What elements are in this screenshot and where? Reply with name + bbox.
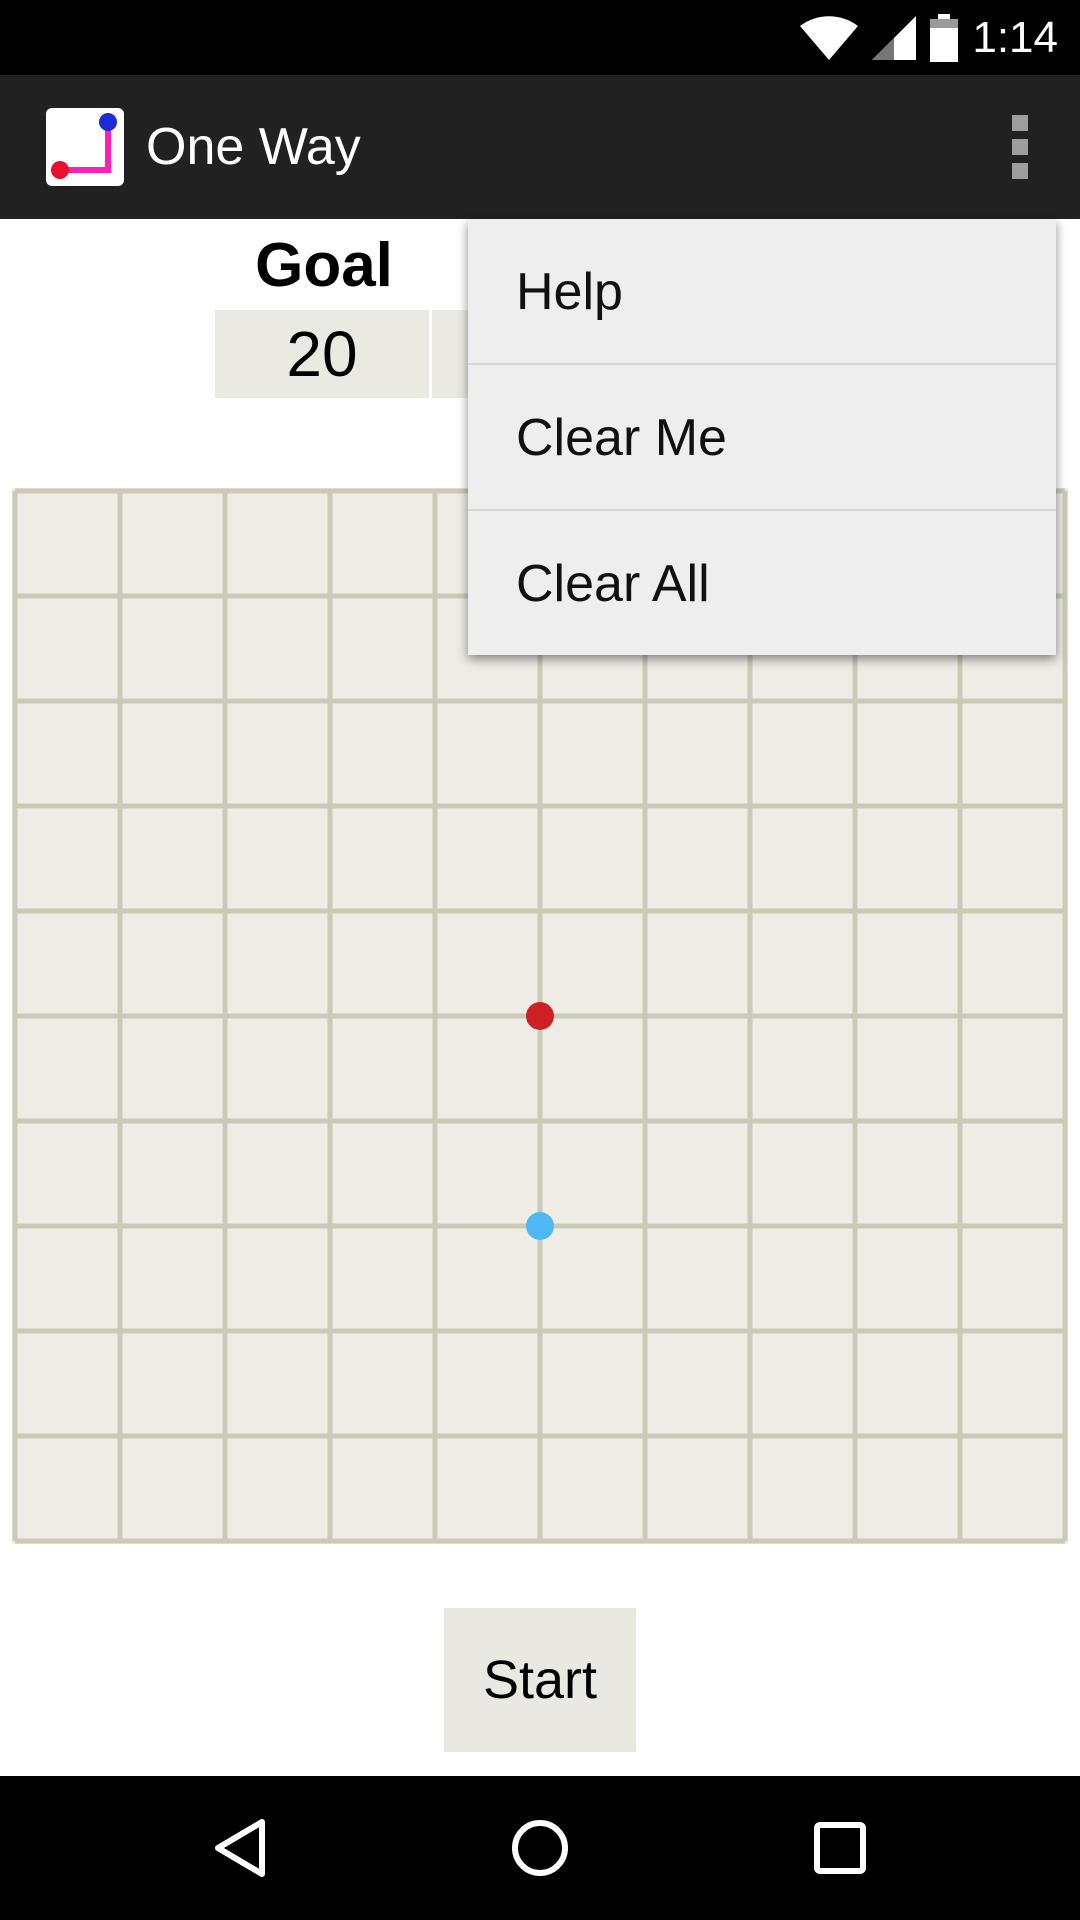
menu-item-clear-all[interactable]: Clear All [468, 511, 1056, 655]
goal-value: 20 [215, 310, 429, 398]
menu-item-clear-me[interactable]: Clear Me [468, 365, 1056, 511]
goal-label: Goal [255, 231, 393, 300]
cell-signal-icon [872, 16, 917, 60]
red-dot[interactable] [526, 1002, 554, 1030]
overflow-dot [1012, 115, 1028, 131]
status-bar: 1:14 [0, 0, 1080, 75]
nav-bar [0, 1776, 1080, 1920]
blue-dot[interactable] [526, 1212, 554, 1240]
overflow-menu: Help Clear Me Clear All [468, 219, 1056, 655]
home-icon[interactable] [460, 1776, 620, 1920]
start-button[interactable]: Start [444, 1608, 636, 1752]
back-icon[interactable] [160, 1776, 320, 1920]
wifi-icon [800, 16, 859, 60]
status-icons: 1:14 [800, 10, 1058, 66]
overflow-dot [1012, 139, 1028, 155]
recents-icon[interactable] [760, 1776, 920, 1920]
app-title: One Way [146, 118, 361, 176]
battery-icon [930, 14, 959, 62]
action-bar: One Way [0, 75, 1080, 219]
one-way-app-icon [46, 108, 124, 186]
overflow-dot [1012, 163, 1028, 179]
more-vertical-icon[interactable] [1000, 115, 1040, 179]
status-time: 1:14 [972, 13, 1058, 62]
menu-item-help[interactable]: Help [468, 219, 1056, 365]
